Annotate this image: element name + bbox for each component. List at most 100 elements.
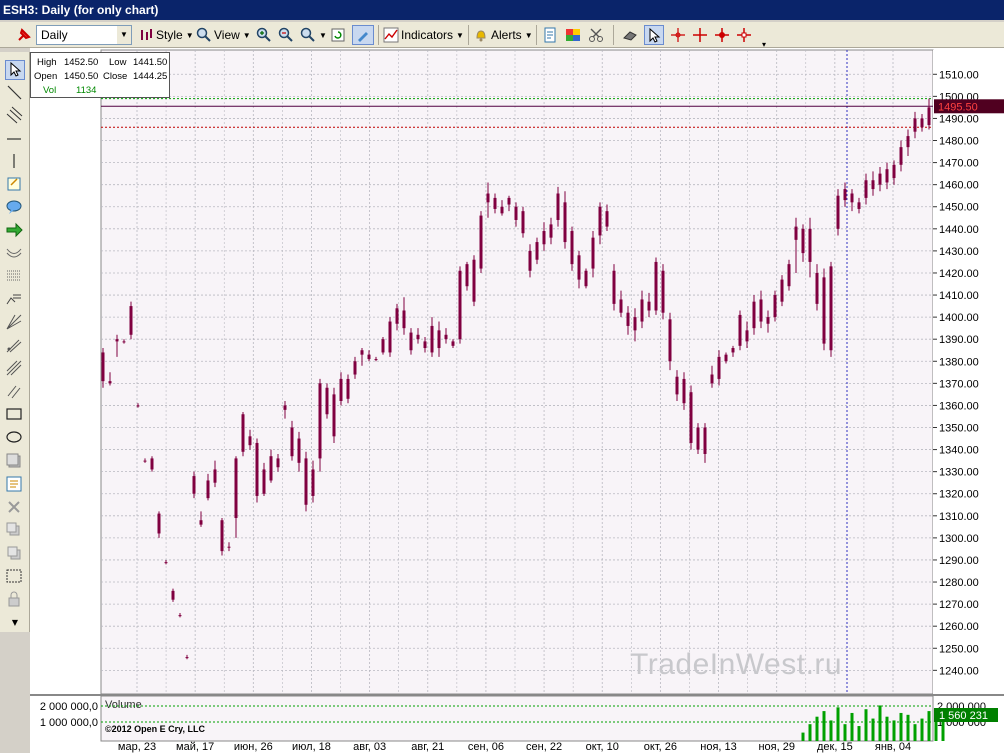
candle-body [353, 361, 357, 375]
candle-body [507, 197, 511, 205]
candle-body [696, 427, 700, 450]
gann-tool[interactable] [5, 359, 25, 379]
high-label: High [37, 57, 57, 68]
toolbar: Daily ▼ Style ▼ View ▼ ▼ Indicators ▼ Al… [0, 22, 1004, 49]
candle-body [444, 334, 448, 340]
delete-x-icon [8, 501, 20, 513]
properties-button[interactable] [542, 25, 558, 45]
zoom-out-button[interactable] [278, 25, 294, 45]
volume-bar [815, 716, 819, 741]
select-tool[interactable] [5, 60, 25, 80]
candle-body [276, 458, 280, 468]
refresh-button[interactable] [330, 25, 346, 45]
candle-body [318, 383, 322, 459]
x-tick-label: окт, 26 [644, 741, 677, 753]
candle-body [899, 147, 903, 165]
ellipse-tool[interactable] [5, 428, 25, 448]
trading-app-window: { "window": { "title": "ESH3: Daily (for… [0, 0, 1004, 753]
template-tool[interactable] [5, 452, 25, 472]
draw-mode-button[interactable] [352, 25, 374, 45]
candle-body [514, 206, 518, 220]
lock-tool[interactable] [5, 590, 25, 610]
crosshair-button[interactable] [670, 25, 686, 45]
style-button[interactable]: Style ▼ [138, 25, 194, 45]
candle-body [381, 339, 385, 353]
indicators-icon [383, 27, 399, 43]
select-area-tool[interactable] [5, 567, 25, 587]
candle-body [871, 180, 875, 190]
candle-body [906, 136, 910, 148]
arrow-tool[interactable] [5, 221, 25, 241]
y-tick-label: 1510.00 [939, 69, 979, 81]
candle-body [325, 387, 329, 415]
candle-body [437, 330, 441, 349]
candle-body [164, 562, 168, 564]
channel-tool[interactable] [5, 106, 25, 126]
pitchfork-tool[interactable] [5, 336, 25, 356]
vertical-line-tool[interactable] [5, 152, 25, 172]
crosshair-full-button[interactable] [692, 25, 708, 45]
horizontal-line-tool[interactable] [5, 130, 25, 150]
cursor-arrow-button[interactable] [644, 25, 664, 45]
volume-bar [829, 720, 833, 741]
candle-body [409, 332, 413, 351]
y-tick-label: 1400.00 [939, 312, 979, 324]
chevron-down-icon[interactable]: ▼ [117, 26, 131, 44]
note-tool[interactable] [5, 175, 25, 195]
low-label: Low [109, 57, 127, 68]
arc-tool[interactable] [5, 244, 25, 264]
candle-body [766, 317, 770, 324]
rectangle-tool[interactable] [5, 405, 25, 425]
paste-tool[interactable] [5, 544, 25, 564]
toolbar-scroll-down-icon[interactable]: ▼ [5, 618, 25, 630]
tools-button[interactable] [588, 25, 604, 45]
alerts-button[interactable]: Alerts ▼ [473, 25, 533, 45]
candle-body [220, 520, 224, 552]
candle-body [759, 299, 763, 322]
crosshair-marker-button[interactable] [736, 25, 752, 45]
delete-tool[interactable] [5, 498, 25, 518]
candle-body [136, 405, 140, 407]
pencil-icon [358, 32, 368, 42]
candle-body [206, 480, 210, 499]
fan-tool[interactable] [5, 313, 25, 333]
parallel-lines-tool[interactable] [5, 382, 25, 402]
zoom-in-button[interactable] [256, 25, 272, 45]
callout-tool[interactable] [5, 198, 25, 218]
volume-plot-area [100, 695, 934, 742]
drawing-tools-bar: ▼ [0, 52, 30, 632]
eraser-button[interactable] [622, 25, 638, 45]
object-list-tool[interactable] [5, 475, 25, 495]
candle-body [178, 615, 182, 617]
fibonacci-tool[interactable] [5, 267, 25, 287]
view-button[interactable]: View ▼ [196, 25, 251, 45]
price-chart[interactable]: 1510.001500.001490.001480.001470.001460.… [30, 48, 1004, 753]
crosshair-dot-button[interactable] [714, 25, 730, 45]
volume-bar [885, 716, 889, 741]
copy-tool[interactable] [5, 521, 25, 541]
arc-icon [6, 248, 22, 258]
y-tick-label: 1320.00 [939, 489, 979, 501]
candle-body [192, 476, 196, 494]
pin-icon[interactable] [16, 25, 32, 45]
indicators-button[interactable]: Indicators ▼ [383, 25, 464, 45]
interval-select[interactable]: Daily ▼ [36, 25, 132, 45]
chart-area[interactable]: 1510.00 1500.00 1490.00 1480.00 1470.00 1460.… [30, 48, 1004, 753]
colors-button[interactable] [565, 25, 581, 45]
candle-body [255, 442, 259, 496]
palette-icon [566, 29, 580, 41]
window-title: ESH3: Daily (for only chart) [0, 0, 1004, 20]
candle-body [738, 314, 742, 346]
ellipse-icon [6, 431, 22, 443]
candle-body [682, 378, 686, 404]
zoom-menu-button[interactable]: ▼ [300, 25, 327, 45]
y-tick-label: 1280.00 [939, 577, 979, 589]
template-icon [6, 453, 21, 468]
volume-bar [822, 711, 826, 741]
alerts-label: Alerts [491, 28, 522, 42]
zoom-in-icon [256, 27, 271, 42]
trendline-tool[interactable] [5, 83, 25, 103]
candle-body [864, 180, 868, 198]
candle-body [913, 118, 917, 132]
fib-extension-tool[interactable] [5, 290, 25, 310]
